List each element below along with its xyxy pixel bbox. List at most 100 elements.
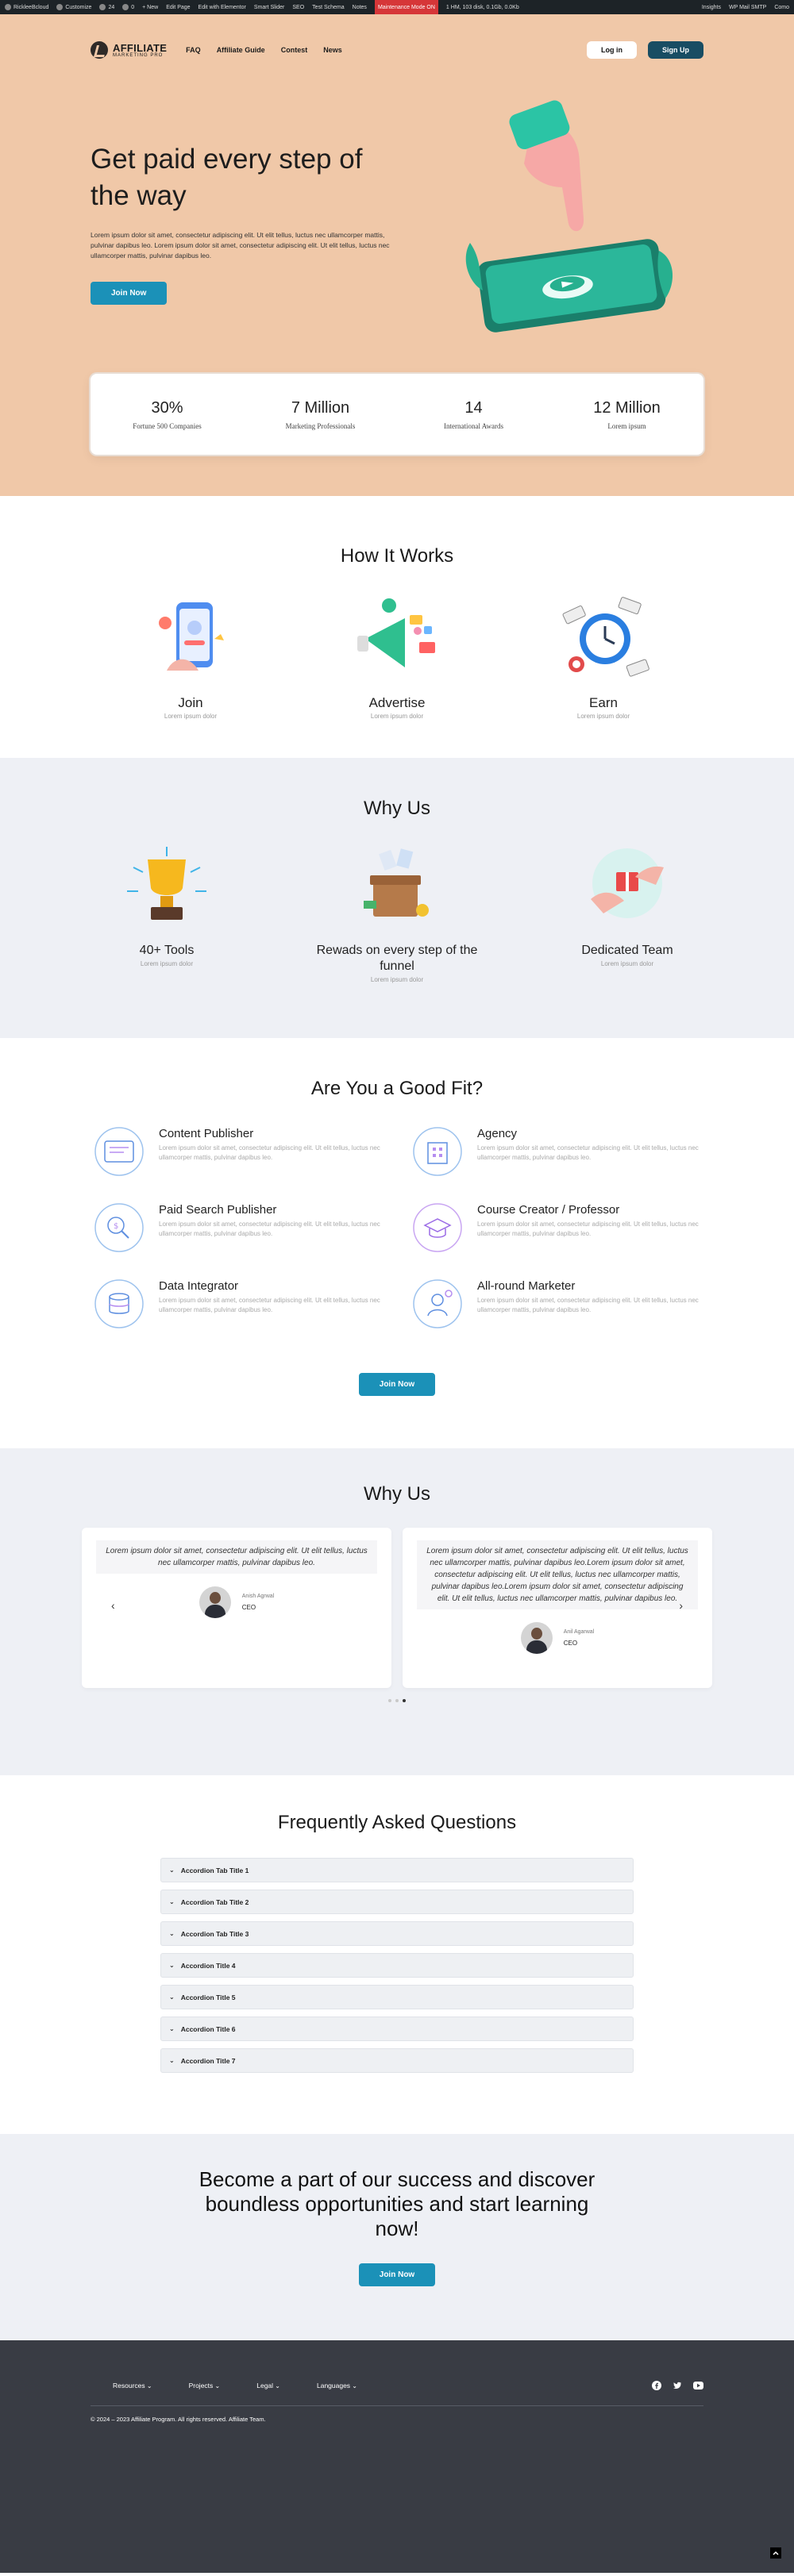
hero-title: Get paid every step of the way: [91, 144, 363, 211]
logo-title: AFFILIATE: [113, 41, 168, 54]
section-title: Are You a Good Fit?: [310, 1078, 484, 1099]
twitter-icon[interactable]: [672, 2380, 683, 2391]
adminbar-item[interactable]: Edit with Elementor: [198, 5, 246, 10]
comment-icon: [122, 4, 129, 10]
maintenance-mode-badge[interactable]: Maintenance Mode ON: [374, 0, 438, 14]
accordion-item[interactable]: ⌄ Accordion Title 4: [160, 1953, 634, 1978]
why-us-section: Why Us 40+ Tools Lorem ipsum dolor Rewad…: [0, 758, 794, 1038]
step-subtitle: Lorem ipsum dolor: [576, 713, 630, 720]
facebook-icon[interactable]: [651, 2380, 662, 2391]
accordion-title: Accordion Title 7: [180, 2056, 236, 2065]
stat-label: Marketing Professionals: [285, 421, 356, 430]
testimonial-quote: Lorem ipsum dolor sit amet, consectetur …: [417, 1540, 698, 1609]
testimonial-role: CEO: [241, 1604, 256, 1611]
testimonials-section: Why Us ‹ › Lorem ipsum dolor sit amet, c…: [0, 1448, 794, 1775]
adminbar-item[interactable]: 24: [99, 4, 114, 10]
fit-join-button[interactable]: Join Now: [358, 1373, 436, 1396]
query-monitor[interactable]: 1 HM, 103 disk, 0.1Gb, 0.0Kb: [446, 5, 519, 10]
chevron-up-icon: [773, 2551, 779, 2555]
nav-link-faq[interactable]: FAQ: [186, 46, 201, 54]
chevron-down-icon: ⌄: [169, 2057, 175, 2064]
feature-subtitle: Lorem ipsum dolor: [370, 976, 424, 983]
footer-menu-legal[interactable]: Legal: [256, 2382, 280, 2390]
gift-box-illustration: [364, 848, 429, 917]
carousel-dot-active[interactable]: [403, 1699, 406, 1702]
nav-link-contest[interactable]: Contest: [281, 46, 308, 54]
wordpress-icon: [5, 4, 11, 10]
accordion-item[interactable]: ⌄ Accordion Tab Title 3: [160, 1921, 634, 1946]
accordion-title: Accordion Title 5: [180, 1993, 236, 2001]
feature-title: Dedicated Team: [581, 944, 673, 957]
testimonial-card: Lorem ipsum dolor sit amet, consectetur …: [82, 1528, 391, 1688]
footer-menu-languages[interactable]: Languages: [317, 2382, 357, 2390]
footer-menu-resources[interactable]: Resources: [113, 2382, 152, 2390]
clock-money-illustration: [562, 597, 649, 677]
fit-description: Lorem ipsum dolor sit amet, consectetur …: [159, 1297, 380, 1313]
youtube-icon[interactable]: [692, 2380, 703, 2391]
chevron-down-icon: ⌄: [169, 1962, 175, 1969]
adminbar-item[interactable]: Como: [774, 5, 789, 10]
accordion-item[interactable]: ⌄ Accordion Title 7: [160, 2048, 634, 2073]
feature-subtitle: Lorem ipsum dolor: [140, 960, 194, 967]
stat-label: International Awards: [444, 421, 503, 430]
accordion-item[interactable]: ⌄ Accordion Tab Title 2: [160, 1890, 634, 1914]
adminbar-item[interactable]: WP Mail SMTP: [729, 5, 766, 10]
carousel-dot[interactable]: [388, 1699, 391, 1702]
adminbar-item[interactable]: Notes: [353, 5, 367, 10]
adminbar-item[interactable]: Customize: [56, 4, 91, 10]
megaphone-illustration: [357, 598, 435, 667]
feature-title: 40+ Tools: [139, 944, 195, 957]
accordion-title: Accordion Title 4: [180, 1961, 236, 1970]
fit-description: Lorem ipsum dolor sit amet, consectetur …: [477, 1144, 699, 1161]
fit-item-data-integrator: Data Integrator Lorem ipsum dolor sit am…: [91, 1276, 385, 1332]
cta-section: Become a part of our success and discove…: [0, 2134, 794, 2340]
fit-title: Agency: [477, 1127, 518, 1140]
stat-label: Lorem ipsum: [607, 421, 646, 430]
step-title: Earn: [589, 695, 618, 710]
adminbar-item[interactable]: SEO: [292, 5, 304, 10]
site-logo[interactable]: AFFILIATE MARKETING PRO: [91, 41, 167, 59]
carousel-next-arrow[interactable]: ›: [679, 1599, 683, 1612]
feature-title: Rewads on every step of the funnel: [316, 944, 478, 973]
nav-link-affiliate-guide[interactable]: Affiliate Guide: [217, 46, 265, 54]
accordion-item[interactable]: ⌄ Accordion Title 6: [160, 2017, 634, 2041]
login-button[interactable]: Log in: [587, 41, 637, 59]
site-footer: Resources Projects Legal Languages © 202…: [0, 2340, 794, 2573]
stat-value: 14: [464, 398, 483, 417]
accordion-item[interactable]: ⌄ Accordion Tab Title 1: [160, 1858, 634, 1882]
adminbar-item[interactable]: Test Schema: [312, 5, 344, 10]
fit-item-agency: Agency Lorem ipsum dolor sit amet, conse…: [409, 1124, 703, 1179]
chevron-down-icon: ⌄: [169, 1898, 175, 1905]
adminbar-item[interactable]: RickleeBcloud: [5, 4, 48, 10]
avatar: [198, 1586, 231, 1618]
how-step-earn: Earn Lorem ipsum dolor: [548, 591, 659, 720]
cta-join-button[interactable]: Join Now: [358, 2263, 436, 2286]
marketer-icon: [413, 1279, 462, 1328]
paid-search-icon: $: [94, 1203, 144, 1252]
scroll-to-top-button[interactable]: [770, 2547, 781, 2559]
adminbar-item[interactable]: Edit Page: [166, 5, 190, 10]
step-subtitle: Lorem ipsum dolor: [164, 713, 218, 720]
adminbar-item[interactable]: 0: [122, 4, 134, 10]
adminbar-item[interactable]: Insights: [702, 5, 721, 10]
carousel-dot[interactable]: [395, 1699, 399, 1702]
fit-item-all-round-marketer: All-round Marketer Lorem ipsum dolor sit…: [409, 1276, 703, 1332]
nav-link-news[interactable]: News: [323, 46, 342, 54]
content-publisher-icon: [94, 1127, 144, 1176]
feature-team: Dedicated Team Lorem ipsum dolor: [536, 844, 719, 983]
carousel-prev-arrow[interactable]: ‹: [111, 1599, 115, 1612]
carousel-pagination: [0, 1699, 794, 1702]
adminbar-item[interactable]: Smart Slider: [254, 5, 285, 10]
chevron-down-icon: ⌄: [169, 1930, 175, 1937]
adminbar-item[interactable]: + New: [142, 5, 158, 10]
svg-text:$: $: [114, 1222, 118, 1231]
signup-button[interactable]: Sign Up: [648, 41, 703, 59]
copyright-text: © 2024 – 2023 Affiliate Program. All rig…: [91, 2416, 266, 2423]
section-title: Why Us: [364, 798, 430, 819]
accordion-title: Accordion Tab Title 3: [180, 1929, 249, 1938]
hero-join-button[interactable]: Join Now: [91, 282, 168, 305]
step-title: Join: [178, 695, 203, 710]
footer-menu-projects[interactable]: Projects: [189, 2382, 221, 2390]
accordion-item[interactable]: ⌄ Accordion Title 5: [160, 1985, 634, 2009]
how-step-advertise: Advertise Lorem ipsum dolor: [341, 591, 453, 720]
